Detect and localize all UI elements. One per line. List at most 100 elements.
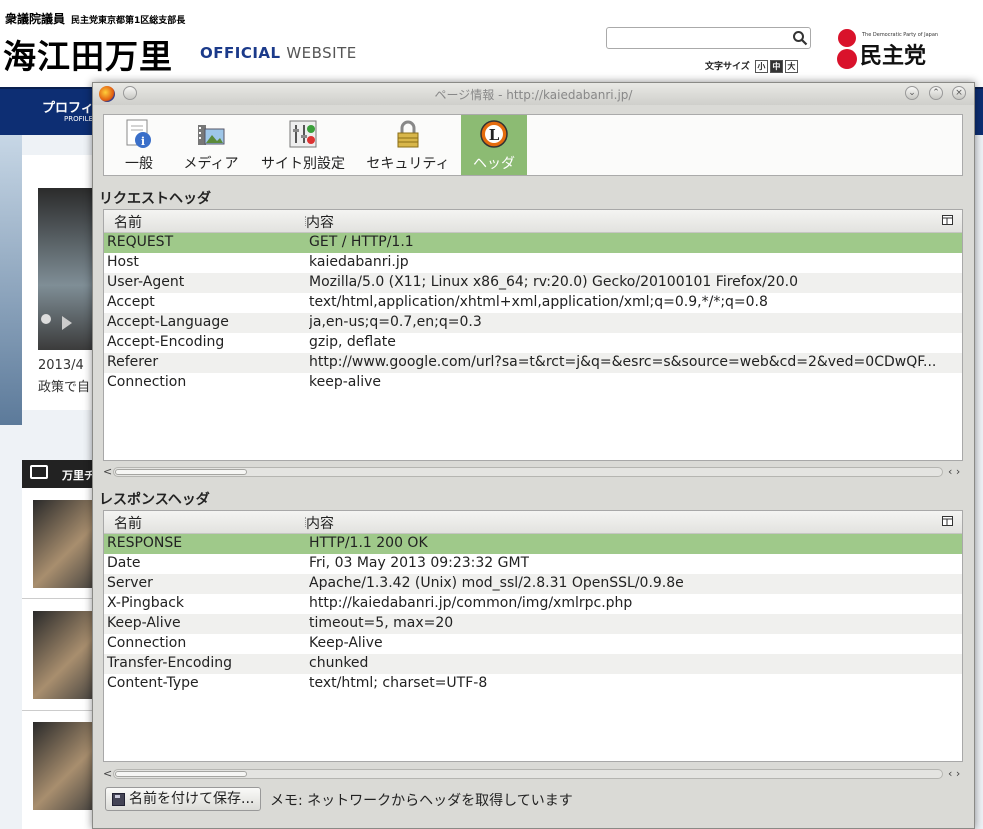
- header-name-cell: X-Pingback: [107, 595, 184, 611]
- table-row[interactable]: Keep-Alive timeout=5, max=20: [104, 614, 962, 634]
- search-icon[interactable]: [792, 30, 808, 46]
- maximize-button[interactable]: ⌃: [929, 86, 943, 100]
- table-row[interactable]: Host kaiedabanri.jp: [104, 253, 962, 273]
- header-value-cell: text/html,application/xhtml+xml,applicat…: [309, 294, 768, 310]
- table-header: 名前 内容: [104, 210, 962, 233]
- header-name-cell: Accept-Encoding: [107, 334, 225, 350]
- table-row[interactable]: Transfer-Encoding chunked: [104, 654, 962, 674]
- party-logo-icon[interactable]: [834, 28, 860, 70]
- header-value-cell: Fri, 03 May 2013 09:23:32 GMT: [309, 555, 530, 571]
- response-hscrollbar[interactable]: < ‹ ›: [103, 767, 963, 781]
- scroll-thumb[interactable]: [115, 469, 247, 475]
- column-picker-icon[interactable]: [942, 214, 954, 226]
- svg-text:L: L: [489, 126, 500, 144]
- table-row[interactable]: X-Pingback http://kaiedabanri.jp/common/i…: [104, 594, 962, 614]
- dialog-title: ページ情報 - http://kaiedabanri.jp/: [434, 88, 633, 102]
- tab-media[interactable]: メディア: [174, 115, 248, 175]
- party-name[interactable]: 民主党: [860, 38, 926, 70]
- font-size-large-button[interactable]: 大: [784, 60, 798, 73]
- scroll-arrows-icon[interactable]: ‹ ›: [948, 465, 960, 478]
- request-headers-table[interactable]: 名前 内容 REQUEST GET / HTTP/1.1 Host kaiedaban…: [103, 209, 963, 461]
- permissions-icon: [289, 120, 317, 148]
- video-list-header: 万里チ: [22, 460, 102, 488]
- tab-media-label: メディア: [183, 156, 239, 172]
- header-value-cell: ja,en-us;q=0.7,en;q=0.3: [309, 314, 482, 330]
- tab-permissions[interactable]: サイト別設定: [251, 115, 355, 175]
- header-name-cell: Connection: [107, 635, 187, 651]
- scroll-track[interactable]: [113, 769, 943, 779]
- column-value-header[interactable]: 内容: [306, 513, 334, 533]
- header-value-cell: http://www.google.com/url?sa=t&rct=j&q=&…: [309, 354, 937, 370]
- nav-item-profile[interactable]: プロフィ: [42, 97, 94, 116]
- scroll-arrows-icon[interactable]: ‹ ›: [948, 767, 960, 780]
- tab-headers[interactable]: L ヘッダ: [461, 115, 527, 175]
- scroll-left-icon[interactable]: <: [103, 465, 112, 478]
- site-search-input[interactable]: [606, 27, 811, 49]
- header-name-cell: Server: [107, 575, 153, 591]
- site-header: 衆議院議員 民主党東京都第1区総支部長 海江田万里 OFFICIAL WEBSIT…: [0, 0, 983, 88]
- scroll-left-icon[interactable]: <: [103, 767, 112, 780]
- header-name-cell: User-Agent: [107, 274, 185, 290]
- close-button[interactable]: ×: [952, 86, 966, 100]
- tab-general-label: 一般: [125, 156, 153, 172]
- scroll-thumb[interactable]: [115, 771, 247, 777]
- column-picker-icon[interactable]: [942, 515, 954, 527]
- save-as-button[interactable]: 名前を付けて保存...: [105, 787, 262, 811]
- video-list-title: 万里チ: [62, 469, 95, 482]
- table-row[interactable]: Accept text/html,application/xhtml+xml,ap…: [104, 293, 962, 313]
- info-icon: i: [126, 119, 151, 148]
- divider: [22, 710, 102, 711]
- play-icon[interactable]: [40, 313, 80, 333]
- header-name-cell: Transfer-Encoding: [107, 655, 232, 671]
- tab-security[interactable]: セキュリティ: [358, 115, 458, 175]
- scroll-track[interactable]: [113, 467, 943, 477]
- minimize-button[interactable]: ⌄: [905, 86, 919, 100]
- request-hscrollbar[interactable]: < ‹ ›: [103, 465, 963, 479]
- save-as-label: 名前を付けて保存...: [129, 791, 255, 807]
- header-value-cell: chunked: [309, 655, 369, 671]
- video-caption[interactable]: 政策で自: [38, 376, 90, 395]
- site-subtitle: 衆議院議員 民主党東京都第1区総支部長: [5, 10, 185, 27]
- response-headers-table[interactable]: 名前 内容 RESPONSE HTTP/1.1 200 OK Date Fri, 03…: [103, 510, 963, 762]
- table-row[interactable]: Accept-Language ja,en-us;q=0.7,en;q=0.3: [104, 313, 962, 333]
- header-name-cell: Date: [107, 555, 141, 571]
- response-rows: RESPONSE HTTP/1.1 200 OK Date Fri, 03 May 2…: [104, 534, 962, 694]
- site-name[interactable]: 海江田万里: [3, 30, 173, 78]
- font-size-label: 文字サイズ: [705, 62, 750, 72]
- column-name-header[interactable]: 名前: [114, 513, 142, 533]
- table-row[interactable]: Date Fri, 03 May 2013 09:23:32 GMT: [104, 554, 962, 574]
- header-name-cell: REQUEST: [107, 234, 174, 250]
- font-size-small-button[interactable]: 小: [754, 60, 768, 73]
- column-value-header[interactable]: 内容: [306, 212, 334, 232]
- table-row[interactable]: Accept-Encoding gzip, deflate: [104, 333, 962, 353]
- live-http-headers-icon: L: [480, 120, 508, 148]
- header-name-cell: Accept: [107, 294, 155, 310]
- table-row[interactable]: Content-Type text/html; charset=UTF-8: [104, 674, 962, 694]
- table-row[interactable]: Referer http://www.google.com/url?sa=t&rc…: [104, 353, 962, 373]
- tab-permissions-label: サイト別設定: [261, 156, 345, 172]
- tab-general[interactable]: i 一般: [106, 115, 172, 175]
- header-name-cell: Host: [107, 254, 139, 270]
- header-name-cell: Accept-Language: [107, 314, 229, 330]
- dialog-titlebar[interactable]: ページ情報 - http://kaiedabanri.jp/ ⌄ ⌃ ×: [93, 83, 974, 105]
- lock-icon: [397, 120, 419, 148]
- monitor-icon: [30, 465, 48, 479]
- table-row[interactable]: Connection Keep-Alive: [104, 634, 962, 654]
- tab-security-label: セキュリティ: [366, 156, 450, 172]
- header-name-cell: Connection: [107, 374, 187, 390]
- table-row[interactable]: Server Apache/1.3.42 (Unix) mod_ssl/2.8.3…: [104, 574, 962, 594]
- table-row[interactable]: User-Agent Mozilla/5.0 (X11; Linux x86_64…: [104, 273, 962, 293]
- divider: [22, 598, 102, 599]
- header-value-cell: http://kaiedabanri.jp/common/img/xmlrpc.…: [309, 595, 633, 611]
- header-value-cell: Keep-Alive: [309, 635, 383, 651]
- font-size-medium-button[interactable]: 中: [769, 60, 783, 73]
- column-name-header[interactable]: 名前: [114, 212, 142, 232]
- table-row[interactable]: REQUEST GET / HTTP/1.1: [104, 233, 962, 253]
- header-value-cell: kaiedabanri.jp: [309, 254, 409, 270]
- page-info-dialog: ページ情報 - http://kaiedabanri.jp/ ⌄ ⌃ × i 一…: [92, 82, 975, 829]
- table-row[interactable]: RESPONSE HTTP/1.1 200 OK: [104, 534, 962, 554]
- response-headers-title: レスポンスヘッダ: [99, 492, 210, 508]
- request-rows: REQUEST GET / HTTP/1.1 Host kaiedabanri.jp U…: [104, 233, 962, 393]
- table-row[interactable]: Connection keep-alive: [104, 373, 962, 393]
- page-info-tabs: i 一般 メディア サイト別設定 セキュリティ L ヘッダ: [103, 114, 963, 176]
